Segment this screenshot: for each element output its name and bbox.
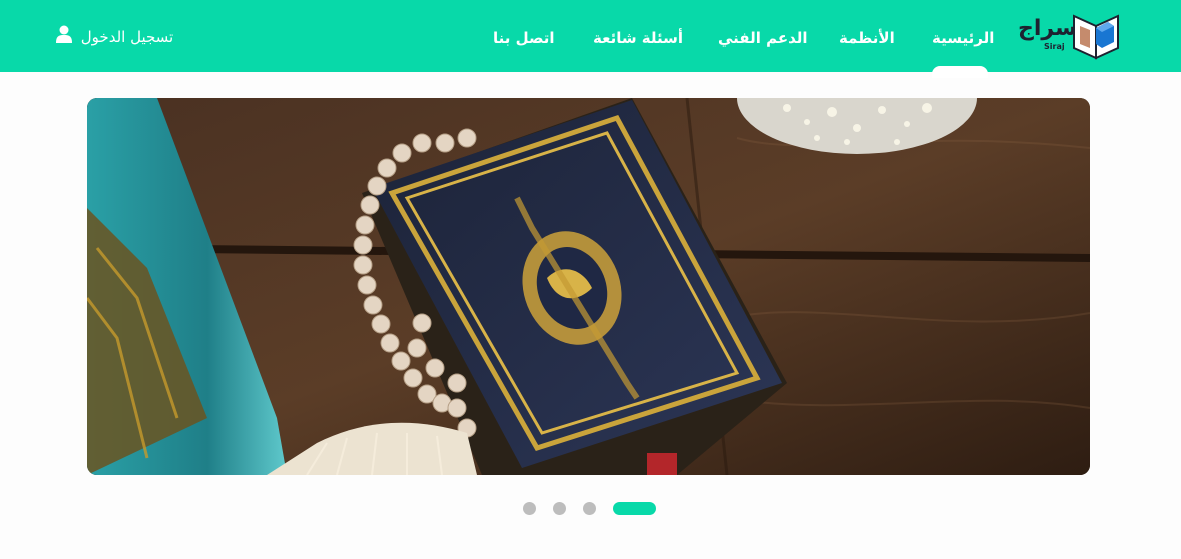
siraj-logo[interactable]: سراج Siraj [1016, 12, 1122, 60]
login-link[interactable]: تسجيل الدخول [56, 22, 173, 52]
nav-contact[interactable]: اتصل بنا [493, 0, 555, 72]
logo-word: سراج [1018, 16, 1077, 41]
nav-support[interactable]: الدعم الفني [718, 0, 808, 72]
slider-dot-4[interactable] [523, 502, 536, 515]
nav-systems[interactable]: الأنظمة [839, 0, 895, 72]
login-label: تسجيل الدخول [80, 28, 174, 46]
slider-dot-3[interactable] [553, 502, 566, 515]
slider-dot-2[interactable] [583, 502, 596, 515]
logo-subtitle: Siraj [1044, 42, 1065, 51]
hero-slider[interactable] [87, 98, 1090, 475]
slider-pagination [0, 500, 1181, 516]
top-navbar: سراج Siraj الرئيسية الأنظمة الدعم الفني … [0, 0, 1181, 72]
nav-faq[interactable]: أسئلة شائعة [593, 0, 683, 72]
user-icon [56, 23, 72, 53]
nav-home[interactable]: الرئيسية [932, 0, 994, 72]
book-cube-icon [1073, 14, 1119, 60]
active-nav-indicator [932, 66, 988, 78]
slider-dot-1[interactable] [613, 502, 656, 515]
slide-image [87, 98, 1090, 475]
